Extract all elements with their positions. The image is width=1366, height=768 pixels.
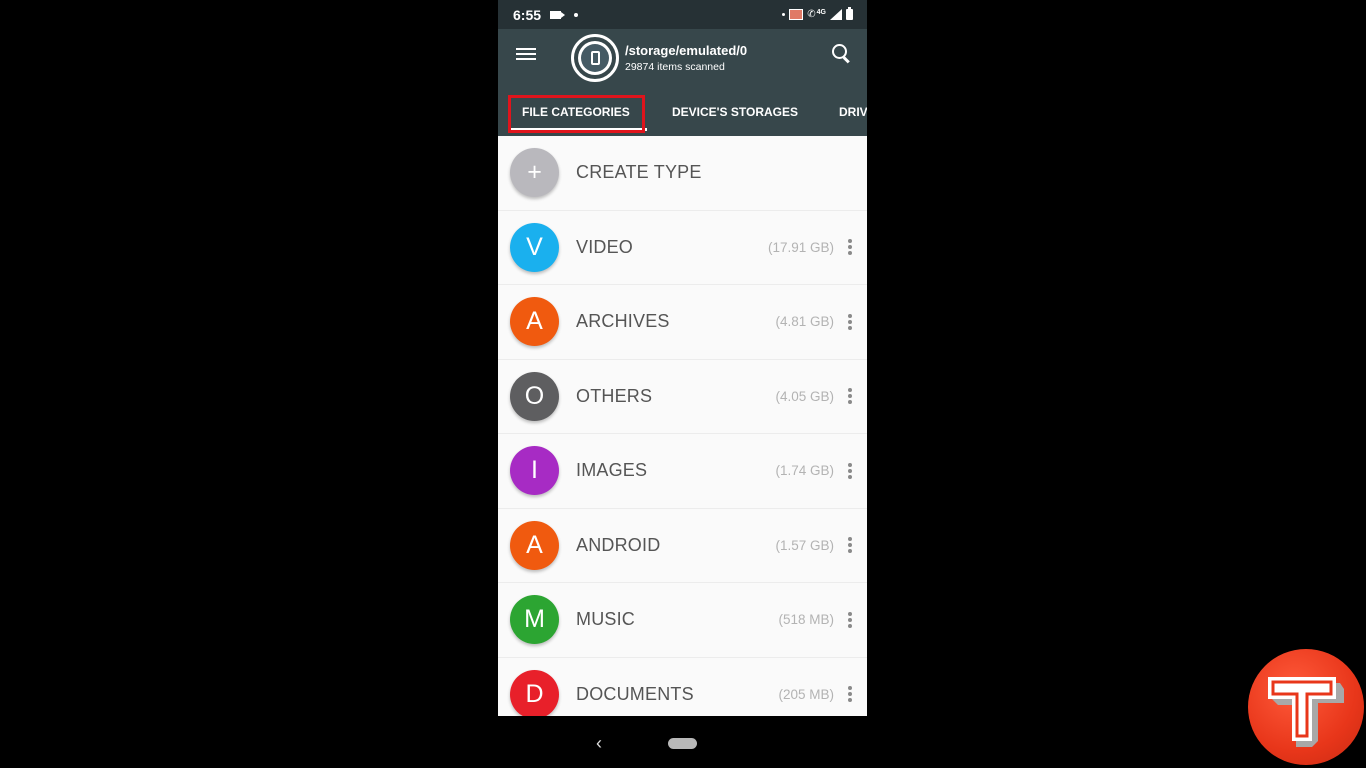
tab-devices-storages[interactable]: DEVICE'S STORAGES [672,93,798,131]
storage-device-icon[interactable] [571,34,619,82]
category-size: (1.74 GB) [775,463,834,479]
category-letter-icon: A [510,520,559,570]
more-vert-icon[interactable] [845,535,855,555]
category-label: OTHERS [576,385,653,406]
category-letter-icon: I [510,446,559,496]
storage-path: /storage/emulated/0 [625,43,748,58]
status-time: 6:55 [513,6,542,23]
navigation-bar: ‹ [498,716,867,768]
category-row-documents[interactable]: D DOCUMENTS (205 MB) [498,658,867,716]
battery-icon [846,7,853,20]
back-icon[interactable]: ‹ [596,733,602,754]
dot-icon [782,13,786,16]
highlight-annotation-box [508,95,645,133]
category-row-images[interactable]: I IMAGES (1.74 GB) [498,434,867,509]
category-letter-icon: A [510,297,559,347]
more-vert-icon[interactable] [845,610,855,630]
hamburger-menu-icon[interactable] [514,45,538,65]
more-vert-icon[interactable] [845,312,855,332]
category-row-archives[interactable]: A ARCHIVES (4.81 GB) [498,285,867,360]
category-label: ANDROID [576,534,661,555]
more-vert-icon[interactable] [845,461,855,481]
status-bar: 6:55 ✆ 4G [498,0,867,29]
category-label: DOCUMENTS [576,683,694,704]
channel-logo-watermark [1248,649,1364,765]
app-bar: /storage/emulated/0 29874 items scanned … [498,29,867,136]
category-letter-icon: M [510,595,559,645]
category-letter-icon: O [510,371,559,421]
category-label: MUSIC [576,609,635,630]
category-row-video[interactable]: V VIDEO (17.91 GB) [498,211,867,285]
cast-icon [789,9,804,20]
category-label: CREATE TYPE [576,162,702,183]
signal-icon [830,9,842,20]
create-type-row[interactable]: + CREATE TYPE [498,136,867,211]
category-size: (4.81 GB) [775,314,834,330]
category-row-music[interactable]: M MUSIC (518 MB) [498,583,867,658]
category-label: ARCHIVES [576,311,670,332]
more-vert-icon[interactable] [845,684,855,704]
category-size: (4.05 GB) [775,388,834,404]
search-icon[interactable] [831,43,853,65]
plus-icon: + [510,148,559,198]
category-letter-icon: V [510,222,559,272]
t-letter-logo-icon [1268,677,1344,747]
category-label: VIDEO [576,236,634,257]
wifi-call-icon: ✆ [807,8,816,20]
category-size: (1.57 GB) [775,537,834,553]
tab-drives[interactable]: DRIV [839,93,867,131]
category-size: (518 MB) [778,612,834,628]
notification-dot-icon [574,12,579,17]
home-pill-icon[interactable] [668,738,697,749]
status-icons: ✆ 4G [782,7,853,20]
category-label: IMAGES [576,460,648,481]
more-vert-icon[interactable] [845,386,855,406]
category-list: + CREATE TYPE V VIDEO (17.91 GB) A ARCHI… [498,136,867,716]
category-letter-icon: D [510,669,559,716]
more-vert-icon[interactable] [845,237,855,257]
category-size: (17.91 GB) [767,239,834,255]
video-record-icon [550,10,566,19]
category-size: (205 MB) [778,686,834,702]
items-scanned: 29874 items scanned [625,61,725,73]
phone-screen: 6:55 ✆ 4G /storage/emulated/0 29874 item… [498,0,867,768]
category-row-others[interactable]: O OTHERS (4.05 GB) [498,360,867,434]
category-row-android[interactable]: A ANDROID (1.57 GB) [498,509,867,583]
smartphone-icon [590,51,600,65]
network-4g-icon: 4G [816,8,826,16]
